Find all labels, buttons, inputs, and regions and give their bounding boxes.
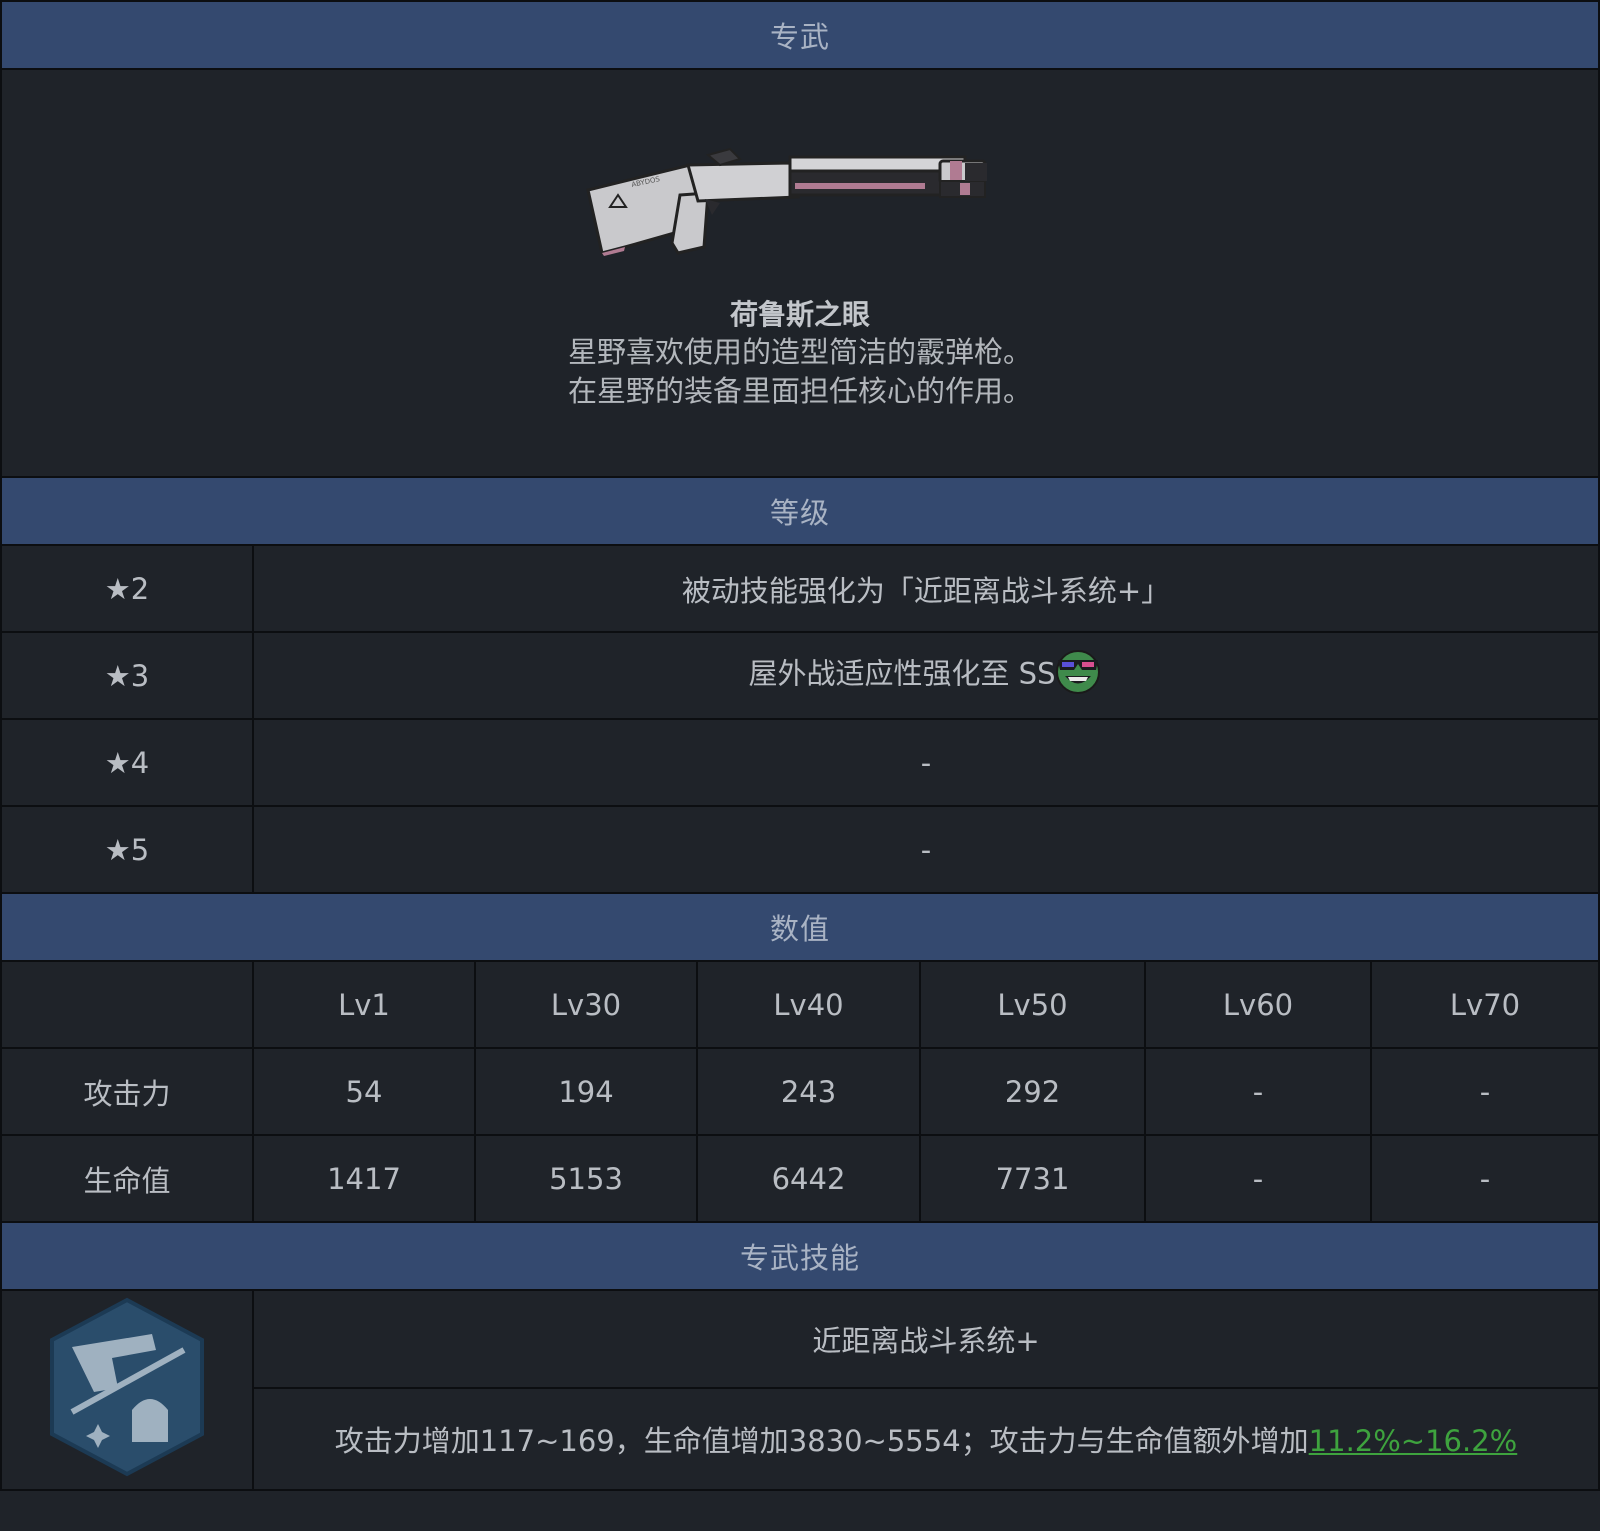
skill-name: 近距离战斗系统+	[252, 1289, 1600, 1389]
stat-value: 7731	[919, 1134, 1146, 1223]
table-row: 攻击力 54 194 243 292 - -	[0, 1047, 1600, 1136]
table-row: ★3 屋外战适应性强化至 SS	[0, 631, 1600, 720]
skill-desc: 攻击力增加117~169，生命值增加3830~5554；攻击力与生命值额外增加	[334, 1424, 1309, 1458]
sunglasses-grin-icon	[1052, 646, 1104, 701]
weapon-section-header: 专武	[0, 0, 1600, 70]
skill-percent-link[interactable]: 11.2%~16.2%	[1309, 1424, 1518, 1458]
star-label: ★4	[0, 718, 254, 807]
skill-icon-cell	[0, 1289, 254, 1491]
level-header: Lv1	[252, 960, 476, 1049]
stat-label: 生命值	[0, 1134, 254, 1223]
stats-corner-cell	[0, 960, 254, 1049]
stat-value: -	[1370, 1134, 1600, 1223]
stat-value: -	[1144, 1134, 1372, 1223]
shotgun-image: ABYDOS	[586, 147, 987, 256]
weapon-hero: ABYDOS 荷鲁斯之眼 星野喜欢使用的造型简洁的霰弹枪。 在星野的装备里面担任…	[0, 68, 1600, 478]
table-row: 近距离战斗系统+	[0, 1289, 1600, 1491]
star-label: ★2	[0, 544, 254, 633]
pistol-shield-skill-icon	[50, 1297, 204, 1476]
table-row: ★4 -	[0, 718, 1600, 807]
weapon-name: 荷鲁斯之眼	[729, 298, 870, 331]
weapon-desc-line2: 在星野的装备里面担任核心的作用。	[567, 374, 1032, 408]
star-effect-cell: 屋外战适应性强化至 SS	[252, 631, 1600, 720]
stat-label: 攻击力	[0, 1047, 254, 1136]
stat-value: 194	[474, 1047, 698, 1136]
grade-section-header: 等级	[0, 476, 1600, 546]
skill-section-header: 专武技能	[0, 1221, 1600, 1291]
stat-value: 243	[696, 1047, 921, 1136]
star-effect: 屋外战适应性强化至 SS	[748, 656, 1056, 691]
level-header: Lv40	[696, 960, 921, 1049]
table-row: ★5 -	[0, 805, 1600, 894]
stats-level-header-row: Lv1 Lv30 Lv40 Lv50 Lv60 Lv70	[0, 960, 1600, 1049]
star-effect: 被动技能强化为「近距离战斗系统+」	[252, 544, 1600, 633]
star-effect: -	[252, 805, 1600, 894]
skill-desc-cell: 攻击力增加117~169，生命值增加3830~5554；攻击力与生命值额外增加1…	[252, 1387, 1600, 1491]
table-row: 生命值 1417 5153 6442 7731 - -	[0, 1134, 1600, 1223]
stat-value: -	[1144, 1047, 1372, 1136]
weapon-page: 专武 ABYDOS 荷鲁斯之眼 星野喜欢使用的造型简洁的霰弹枪。 在星野的装备里…	[0, 0, 1600, 1531]
stat-value: -	[1370, 1047, 1600, 1136]
level-header: Lv50	[919, 960, 1146, 1049]
stats-section-header: 数值	[0, 892, 1600, 962]
stat-value: 54	[252, 1047, 476, 1136]
stat-value: 292	[919, 1047, 1146, 1136]
level-header: Lv70	[1370, 960, 1600, 1049]
stat-value: 5153	[474, 1134, 698, 1223]
star-effect: -	[252, 718, 1600, 807]
level-header: Lv60	[1144, 960, 1372, 1049]
level-header: Lv30	[474, 960, 698, 1049]
weapon-desc-line1: 星野喜欢使用的造型简洁的霰弹枪。	[567, 335, 1032, 369]
star-label: ★5	[0, 805, 254, 894]
star-label: ★3	[0, 631, 254, 720]
table-row: ★2 被动技能强化为「近距离战斗系统+」	[0, 544, 1600, 633]
weapon-info-table: 专武 ABYDOS 荷鲁斯之眼 星野喜欢使用的造型简洁的霰弹枪。 在星野的装备里…	[0, 0, 1600, 1491]
stat-value: 1417	[252, 1134, 476, 1223]
stat-value: 6442	[696, 1134, 921, 1223]
